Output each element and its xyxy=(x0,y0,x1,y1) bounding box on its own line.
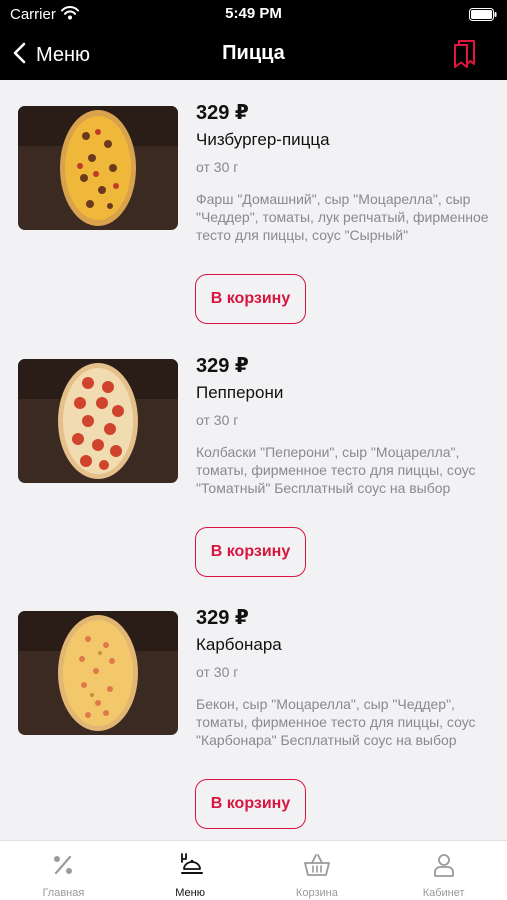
product-card[interactable]: 329 ₽ Карбонара от 30 г Бекон, сыр "Моца… xyxy=(0,585,507,837)
product-description: Колбаски "Пеперони", сыр "Моцарелла", то… xyxy=(196,444,476,496)
product-description: Бекон, сыр "Моцарелла", сыр "Чеддер", то… xyxy=(196,696,476,748)
tab-bar: Главная Меню Корзина Кабинет xyxy=(0,840,507,900)
product-weight: от 30 г xyxy=(196,412,239,428)
bookmarks-icon xyxy=(454,40,475,68)
back-button-label: Меню xyxy=(36,43,91,66)
product-price: 329 ₽ xyxy=(196,102,249,124)
basket-icon xyxy=(303,852,331,883)
product-image[interactable] xyxy=(18,611,178,735)
battery-icon xyxy=(469,8,497,26)
product-weight: от 30 г xyxy=(196,159,239,175)
tab-menu[interactable]: Меню xyxy=(127,841,254,900)
product-weight: от 30 г xyxy=(196,664,239,680)
product-card[interactable]: 329 ₽ Пепперони от 30 г Колбаски "Пеперо… xyxy=(0,333,507,585)
product-image[interactable] xyxy=(18,106,178,230)
product-name: Карбонара xyxy=(196,635,282,654)
bookmarks-button[interactable] xyxy=(453,40,477,73)
tab-label: Кабинет xyxy=(422,887,465,899)
product-name: Пепперони xyxy=(196,383,284,402)
tab-label: Главная xyxy=(42,887,85,899)
product-card[interactable]: 329 ₽ Чизбургер-пицца от 30 г Фарш "Дома… xyxy=(0,80,507,332)
tab-home[interactable]: Главная xyxy=(0,841,127,900)
add-to-cart-button[interactable]: В корзину xyxy=(195,274,306,324)
product-price: 329 ₽ xyxy=(196,607,249,629)
add-to-cart-button[interactable]: В корзину xyxy=(195,527,306,577)
tab-cart[interactable]: Корзина xyxy=(254,841,381,900)
chevron-left-icon xyxy=(12,42,26,69)
product-list[interactable]: 329 ₽ Чизбургер-пицца от 30 г Фарш "Дома… xyxy=(0,80,507,840)
product-name: Чизбургер-пицца xyxy=(196,130,330,149)
navigation-bar: Меню Пицца xyxy=(0,30,507,80)
tab-profile[interactable]: Кабинет xyxy=(380,841,507,900)
status-bar: Carrier 5:49 PM xyxy=(0,0,507,30)
back-button[interactable]: Меню xyxy=(12,38,90,72)
add-to-cart-button[interactable]: В корзину xyxy=(195,779,306,829)
clock: 5:49 PM xyxy=(225,5,282,22)
percent-icon xyxy=(50,852,76,883)
tab-label: Корзина xyxy=(295,887,338,899)
product-price: 329 ₽ xyxy=(196,355,249,377)
menu-cloche-icon xyxy=(177,852,204,883)
tab-label: Меню xyxy=(175,887,205,899)
profile-icon xyxy=(431,852,457,883)
product-description: Фарш "Домашний", сыр "Моцарелла", сыр "Ч… xyxy=(196,191,489,243)
product-image[interactable] xyxy=(18,359,178,483)
